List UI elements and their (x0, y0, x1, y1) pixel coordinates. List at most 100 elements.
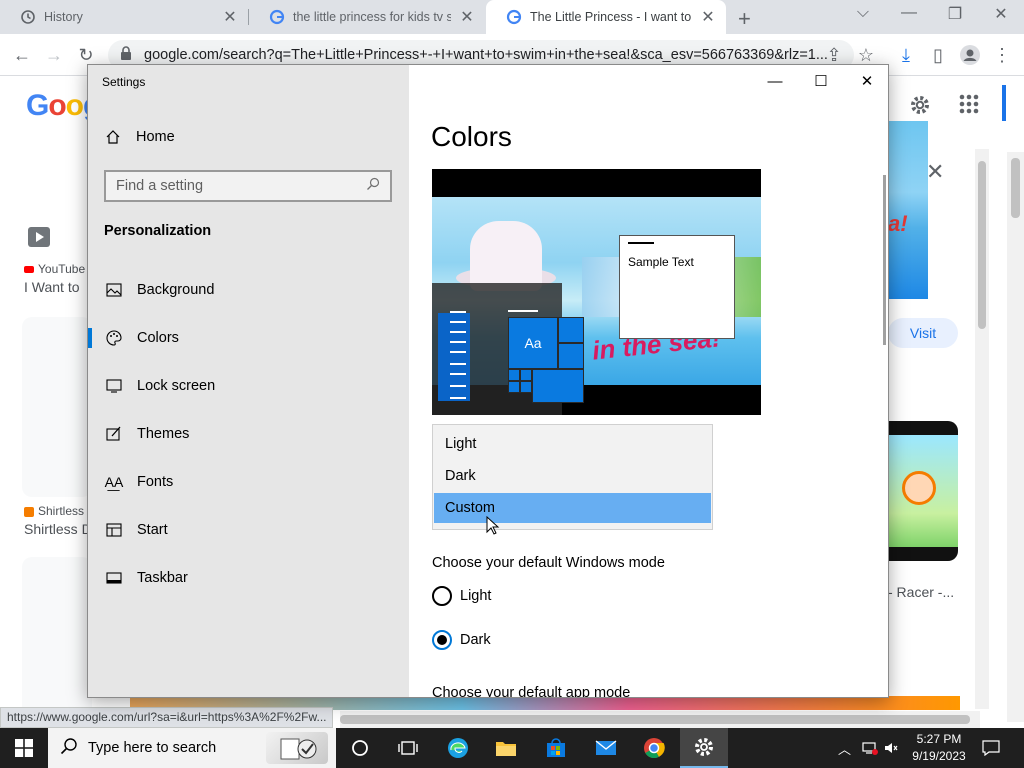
minimize-icon[interactable]: — (897, 4, 921, 22)
settings-gear-icon[interactable] (680, 728, 728, 768)
page-scrollbar[interactable] (1007, 152, 1024, 722)
close-window-icon[interactable]: ✕ (989, 4, 1013, 24)
related-image[interactable] (888, 421, 958, 561)
preview-image[interactable]: a! (888, 121, 928, 299)
tab-little-princess-search[interactable]: the little princess for kids tv swim ✕ (249, 0, 485, 34)
preview-scrollbar[interactable] (975, 149, 989, 709)
nav-start[interactable]: Start (88, 510, 409, 550)
search-placeholder: Find a setting (116, 178, 204, 194)
google-icon (506, 9, 522, 25)
restore-icon[interactable]: ❐ (943, 4, 967, 24)
dropdown-option-dark[interactable]: Dark (434, 461, 711, 491)
search-icon (366, 177, 380, 195)
picture-icon (105, 281, 123, 299)
settings-scrollbar[interactable] (883, 175, 886, 345)
clock-date: 9/19/2023 (912, 749, 966, 763)
dropdown-option-light[interactable]: Light (434, 429, 711, 459)
close-icon[interactable]: ✕ (700, 7, 716, 27)
color-mode-dropdown[interactable]: Light Dark Custom (432, 424, 713, 530)
windows-start-icon[interactable] (0, 728, 48, 768)
visit-button[interactable]: Visit (888, 318, 958, 348)
back-icon[interactable]: ← (10, 43, 34, 67)
home-icon (104, 128, 122, 146)
theme-preview: in the sea! Aa Sample Text (432, 169, 761, 415)
play-icon (28, 227, 50, 247)
file-explorer-icon[interactable] (482, 728, 530, 768)
maximize-icon[interactable]: ☐ (798, 65, 844, 97)
show-hidden-icons-icon[interactable]: ︿ (838, 728, 851, 768)
themes-icon (105, 425, 123, 443)
chrome-menu-icon[interactable]: ⋮ (990, 43, 1014, 67)
close-icon[interactable]: ✕ (459, 7, 475, 27)
download-icon[interactable]: ⤓ (894, 43, 918, 67)
nav-label: Colors (137, 330, 179, 346)
task-view-icon[interactable] (384, 728, 432, 768)
taskbar-search-box[interactable]: Type here to search (48, 728, 336, 768)
gear-icon[interactable] (908, 93, 932, 120)
result-title[interactable]: Shirtless D (24, 521, 92, 537)
side-panel-icon[interactable]: ▯ (926, 43, 950, 67)
nav-colors[interactable]: Colors (88, 318, 409, 358)
tab-history[interactable]: History ✕ (0, 0, 248, 34)
microsoft-store-icon[interactable] (532, 728, 580, 768)
chrome-icon[interactable] (630, 728, 678, 768)
system-clock[interactable]: 5:27 PM 9/19/2023 (900, 731, 978, 765)
cortana-icon[interactable] (336, 728, 384, 768)
tiles-preview: Aa (508, 317, 584, 403)
radio-button[interactable] (432, 630, 452, 650)
nav-label: Themes (137, 426, 190, 442)
volume-muted-icon[interactable] (884, 728, 898, 768)
result-source: Shirtless (24, 504, 84, 518)
nav-label: Background (137, 282, 215, 298)
nav-themes[interactable]: Themes (88, 414, 409, 454)
search-icon (60, 737, 78, 759)
nav-lock-screen[interactable]: Lock screen (88, 366, 409, 406)
nav-home[interactable]: Home (104, 128, 175, 146)
windows-mode-light-radio[interactable]: Light (432, 586, 491, 606)
result-card[interactable] (22, 317, 92, 497)
notifications-icon[interactable] (982, 728, 1000, 768)
mail-icon[interactable] (582, 728, 630, 768)
browser-tab-strip: History ✕ the little princess for kids t… (0, 0, 1024, 34)
windows-mode-dark-radio[interactable]: Dark (432, 630, 491, 650)
nav-home-label: Home (136, 129, 175, 145)
sample-text: Sample Text (628, 255, 694, 269)
horizontal-scrollbar[interactable] (340, 711, 980, 728)
tab-title: The Little Princess - I want to swim (530, 10, 692, 24)
close-icon[interactable]: ✕ (222, 7, 238, 27)
radio-label: Dark (460, 632, 491, 648)
nav-background[interactable]: Background (88, 270, 409, 310)
result-title[interactable]: I Want to (24, 279, 80, 295)
nav-label: Start (137, 522, 168, 538)
profile-avatar-icon[interactable] (958, 43, 982, 67)
nav-fonts[interactable]: A͟A Fonts (88, 462, 409, 502)
close-window-icon[interactable]: ✕ (844, 65, 888, 97)
history-icon (20, 9, 36, 25)
edge-icon[interactable] (434, 728, 482, 768)
tab-title: History (44, 10, 83, 24)
google-icon (269, 9, 285, 25)
network-icon[interactable] (862, 728, 878, 768)
windows-mode-label: Choose your default Windows mode (432, 555, 665, 571)
minimize-icon[interactable]: — (752, 65, 798, 97)
radio-button[interactable] (432, 586, 452, 606)
tab-little-princess-active[interactable]: The Little Princess - I want to swim ✕ (486, 0, 726, 34)
dropdown-option-custom[interactable]: Custom (434, 493, 711, 523)
page-title: Colors (431, 121, 512, 152)
apps-grid-icon[interactable] (958, 93, 980, 118)
result-card[interactable] (22, 557, 92, 728)
close-preview-icon[interactable]: ✕ (926, 159, 944, 185)
new-tab-icon[interactable]: + (738, 6, 751, 32)
search-highlight-icon[interactable] (266, 732, 328, 764)
related-title[interactable]: - Racer -... (888, 584, 954, 600)
fonts-icon: A͟A (104, 474, 124, 490)
app-mode-label: Choose your default app mode (432, 685, 631, 698)
nav-taskbar[interactable]: Taskbar (88, 558, 409, 598)
window-title: Settings (102, 75, 146, 89)
forward-icon[interactable]: → (42, 43, 66, 67)
find-setting-input[interactable]: Find a setting (104, 170, 392, 202)
nav-label: Lock screen (137, 378, 216, 394)
preview-line (508, 310, 538, 312)
nav-label: Taskbar (137, 570, 188, 586)
tab-search-icon[interactable]: ⌵ (851, 4, 875, 22)
